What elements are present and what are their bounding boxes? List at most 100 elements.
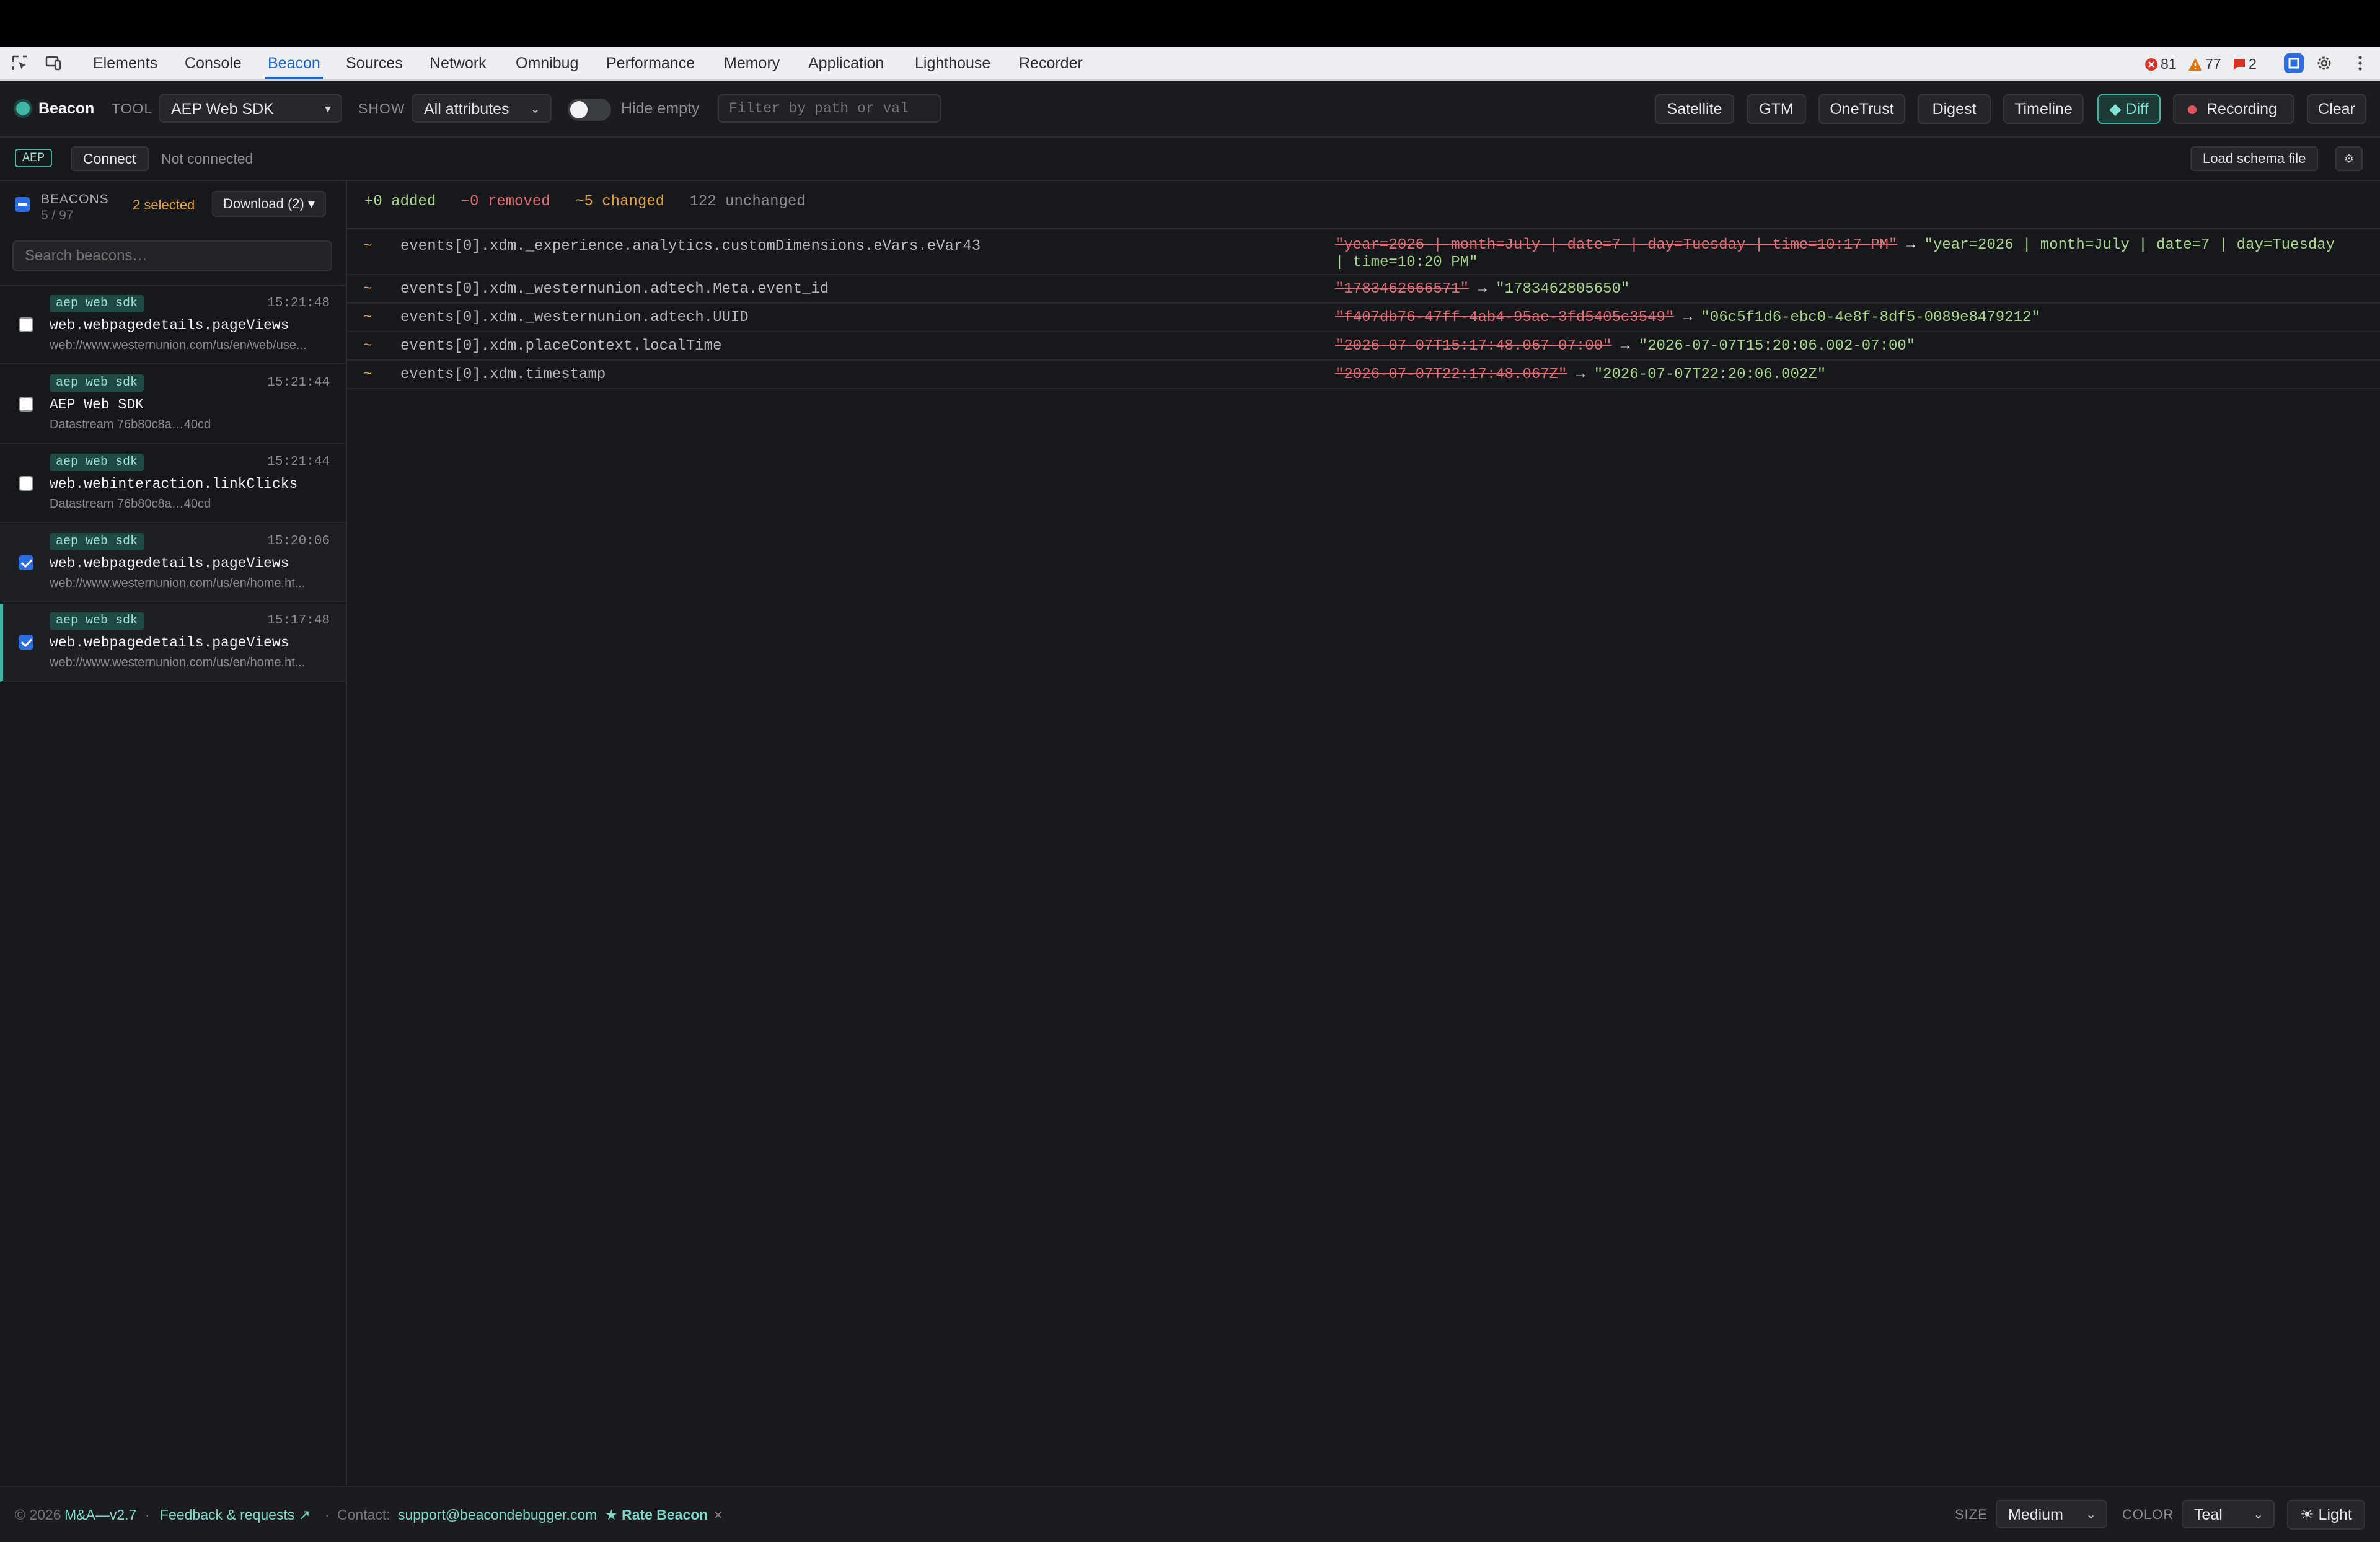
extension-icon[interactable] (2283, 53, 2304, 74)
diff-value: "1783462666571" → "1783462805650" (1335, 281, 2351, 298)
old-value: "2026-07-07T22:17:48.067Z" (1335, 366, 1567, 383)
change-marker: ~ (363, 366, 372, 383)
diff-row[interactable]: ~ events[0].xdm._westernunion.adtech.UUI… (347, 304, 2380, 332)
diff-row[interactable]: ~ events[0].xdm.placeContext.localTime "… (347, 332, 2380, 361)
tab-lighthouse[interactable]: Lighthouse (915, 47, 990, 79)
beacon-list-item[interactable]: aep web sdk 15:21:44 AEP Web SDK Datastr… (0, 366, 346, 444)
beacon-tag: aep web sdk (50, 454, 144, 471)
beacon-list-item[interactable]: aep web sdk 15:21:44 web.webinteraction.… (0, 445, 346, 523)
color-select-value: Teal (2194, 1506, 2223, 1523)
tool-select-value: AEP Web SDK (171, 100, 274, 118)
tab-recorder[interactable]: Recorder (1019, 47, 1083, 79)
warning-icon (2188, 58, 2202, 71)
window-top-bar (0, 0, 2380, 47)
load-schema-button[interactable]: Load schema file (2190, 146, 2319, 171)
beacon-checkbox[interactable] (19, 476, 33, 491)
device-toolbar-icon[interactable] (45, 55, 62, 72)
beacon-name: web.webpagedetails.pageViews (50, 317, 289, 333)
tool-select[interactable]: AEP Web SDK ▾ (159, 94, 342, 123)
beacon-list-item[interactable]: aep web sdk 15:17:48 web.webpagedetails.… (0, 604, 346, 682)
error-count-label: 81 (2161, 56, 2177, 72)
schema-settings-icon[interactable]: ⚙ (2335, 146, 2363, 171)
show-label: SHOW (358, 100, 405, 117)
diff-value: "2026-07-07T15:17:48.067-07:00" → "2026-… (1335, 338, 2351, 355)
tab-application[interactable]: Application (808, 47, 884, 79)
tab-memory[interactable]: Memory (724, 47, 780, 79)
new-value: "1783462805650" (1496, 281, 1630, 297)
diff-path: events[0].xdm.placeContext.localTime (400, 338, 722, 355)
diff-path: events[0].xdm.timestamp (400, 366, 606, 383)
copyright: © 2026 (15, 1507, 61, 1523)
beacon-checkbox[interactable] (19, 555, 33, 570)
chevron-down-icon: ▾ (324, 102, 331, 116)
tab-beacon[interactable]: Beacon (265, 47, 323, 79)
issue-flag-icon (2234, 58, 2245, 70)
search-beacons-input[interactable] (12, 240, 332, 271)
feedback-link[interactable]: Feedback & requests ↗ (160, 1487, 311, 1542)
gtm-button[interactable]: GTM (1747, 94, 1806, 124)
tab-omnibug[interactable]: Omnibug (516, 47, 578, 79)
diff-row[interactable]: ~ events[0].xdm._experience.analytics.cu… (347, 229, 2380, 275)
beacons-title: BEACONS (41, 192, 109, 206)
warning-count-label: 77 (2205, 56, 2221, 72)
diff-summary: +0 added −0 removed ~5 changed 122 uncha… (364, 193, 806, 210)
diff-row[interactable]: ~ events[0].xdm._westernunion.adtech.Met… (347, 275, 2380, 304)
diff-button[interactable]: ◆ Diff (2097, 94, 2161, 124)
tab-performance[interactable]: Performance (606, 47, 695, 79)
size-select[interactable]: Medium ⌄ (1996, 1500, 2107, 1528)
diff-value: "2026-07-07T22:17:48.067Z" → "2026-07-07… (1335, 366, 2351, 384)
beacon-list-item[interactable]: aep web sdk 15:20:06 web.webpagedetails.… (0, 524, 346, 602)
changed-count: ~5 changed (575, 193, 665, 210)
error-count[interactable]: 81 (2144, 56, 2177, 73)
diff-row[interactable]: ~ events[0].xdm.timestamp "2026-07-07T22… (347, 361, 2380, 389)
hide-empty-toggle[interactable] (568, 99, 611, 121)
beacon-tag: aep web sdk (50, 612, 144, 630)
inspect-element-icon[interactable] (11, 55, 29, 72)
show-select[interactable]: All attributes ⌄ (412, 94, 552, 123)
old-value: "1783462666571" (1335, 281, 1470, 297)
beacon-list-item[interactable]: aep web sdk 15:21:48 web.webpagedetails.… (0, 286, 346, 364)
beacon-time: 15:17:48 (267, 614, 330, 628)
added-count: +0 added (364, 193, 436, 210)
rate-beacon-link[interactable]: ★ Rate Beacon (605, 1487, 708, 1542)
indeterminate-mark-icon (18, 203, 27, 206)
warning-count[interactable]: 77 (2188, 56, 2221, 73)
beacon-tag: aep web sdk (50, 533, 144, 550)
footer-separator: · (325, 1507, 330, 1523)
arrow-right-icon: → (1478, 281, 1487, 297)
connect-button[interactable]: Connect (71, 146, 149, 171)
close-icon[interactable]: × (714, 1487, 722, 1542)
footer-bar: © 2026 M&A—v2.7 · Feedback & requests ↗ … (0, 1486, 2380, 1542)
beacon-checkbox[interactable] (19, 397, 33, 412)
error-icon (2145, 58, 2157, 71)
color-select[interactable]: Teal ⌄ (2182, 1500, 2275, 1528)
theme-toggle-button[interactable]: ☀ Light (2287, 1500, 2365, 1530)
beacon-checkbox[interactable] (19, 635, 33, 650)
record-dot-icon (2188, 105, 2197, 114)
satellite-button[interactable]: Satellite (1655, 94, 1734, 124)
settings-gear-icon[interactable] (2316, 55, 2333, 72)
more-options-icon[interactable] (2351, 55, 2369, 72)
tab-console[interactable]: Console (185, 47, 242, 79)
timeline-button[interactable]: Timeline (2003, 94, 2084, 124)
tab-sources[interactable]: Sources (346, 47, 403, 79)
size-select-value: Medium (2008, 1506, 2063, 1523)
contact-email-link[interactable]: support@beacondebugger.com (398, 1487, 597, 1542)
beacon-subtitle: web://www.westernunion.com/us/en/home.ht… (50, 576, 306, 590)
brand-title: Beacon (38, 100, 95, 117)
devtools-tab-bar: Elements Console Beacon Sources Network … (0, 47, 2380, 81)
beacon-checkbox[interactable] (19, 317, 33, 332)
clear-button[interactable]: Clear (2307, 94, 2366, 124)
tab-elements[interactable]: Elements (93, 47, 157, 79)
digest-button[interactable]: Digest (1918, 94, 1991, 124)
tab-network[interactable]: Network (430, 47, 487, 79)
recording-button[interactable]: Recording (2173, 94, 2294, 124)
onetrust-button[interactable]: OneTrust (1818, 94, 1905, 124)
download-button[interactable]: Download (2) ▾ (212, 191, 326, 217)
select-all-checkbox[interactable] (15, 197, 30, 212)
issue-count[interactable]: 2 (2232, 56, 2257, 73)
diff-panel: +0 added −0 removed ~5 changed 122 uncha… (347, 181, 2380, 1485)
filter-input[interactable] (718, 94, 941, 123)
show-select-value: All attributes (424, 100, 509, 118)
chevron-down-icon: ⌄ (2086, 1508, 2096, 1522)
